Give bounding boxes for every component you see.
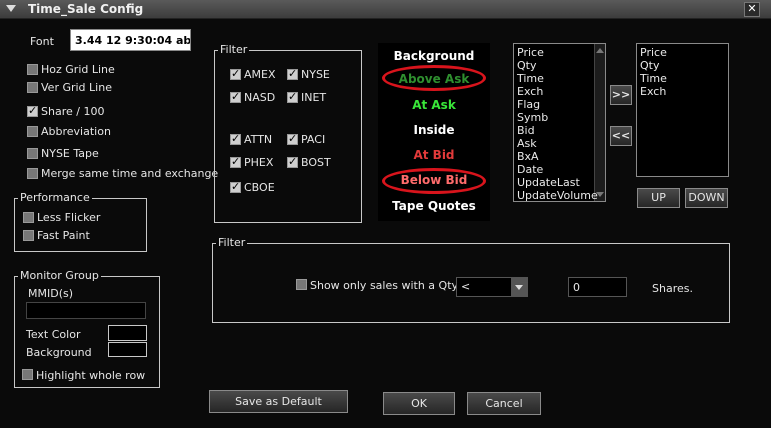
list-item[interactable]: Symb	[517, 111, 548, 124]
performance-group	[14, 198, 147, 252]
available-columns-scrollbar[interactable]	[594, 44, 605, 201]
share-100-label: Share / 100	[41, 105, 105, 118]
qty-operator-select[interactable]: <	[456, 277, 528, 297]
qty-filter-checkbox[interactable]	[296, 279, 307, 290]
list-item[interactable]: Time	[517, 72, 544, 85]
inet-label: INET	[301, 91, 327, 104]
abbreviation-label: Abbreviation	[41, 125, 111, 138]
background-swatch[interactable]	[108, 342, 147, 357]
selected-columns-list[interactable]: Price Qty Time Exch	[636, 43, 729, 177]
inet-checkbox[interactable]	[287, 90, 298, 103]
ver-grid-line-label: Ver Grid Line	[41, 81, 112, 94]
phex-label: PHEX	[244, 156, 274, 169]
color-background[interactable]: Background	[378, 49, 490, 63]
move-down-button[interactable]: DOWN	[685, 188, 728, 208]
nasd-label: NASD	[244, 91, 276, 104]
fast-paint-checkbox[interactable]	[23, 230, 34, 241]
window-title: Time_Sale Config	[28, 2, 144, 16]
qty-unit-label: Shares.	[652, 282, 693, 295]
add-column-button[interactable]: >>	[610, 85, 632, 105]
list-item[interactable]: UpdateLast	[517, 176, 580, 189]
share-100-checkbox[interactable]	[27, 104, 38, 117]
cboe-checkbox[interactable]	[230, 180, 241, 193]
font-sample-box[interactable]: 3.44 12 9:30:04 abcde	[70, 29, 191, 51]
list-item[interactable]: Exch	[517, 85, 543, 98]
paci-label: PACI	[301, 133, 326, 146]
attn-checkbox[interactable]	[230, 132, 241, 145]
list-item[interactable]: BxA	[517, 150, 539, 163]
nyse-tape-checkbox[interactable]	[27, 148, 38, 159]
color-inside[interactable]: Inside	[378, 123, 490, 137]
bost-checkbox[interactable]	[287, 155, 298, 168]
color-at-ask[interactable]: At Ask	[378, 98, 490, 112]
qty-filter-title: Filter	[216, 236, 248, 249]
list-item[interactable]: UpdateVolume	[517, 189, 598, 202]
amex-label: AMEX	[244, 68, 276, 81]
move-up-button[interactable]: UP	[637, 188, 680, 208]
qty-value-text: 0	[573, 281, 580, 294]
less-flicker-label: Less Flicker	[37, 211, 101, 224]
qty-filter-label: Show only sales with a Qty	[310, 279, 459, 292]
color-tape-quotes[interactable]: Tape Quotes	[378, 199, 490, 213]
save-as-default-button[interactable]: Save as Default	[209, 390, 348, 413]
window-menu-icon[interactable]	[6, 5, 16, 12]
nasd-checkbox[interactable]	[230, 90, 241, 103]
remove-column-button[interactable]: <<	[610, 126, 632, 146]
list-item[interactable]: Price	[517, 46, 544, 59]
hoz-grid-line-label: Hoz Grid Line	[41, 63, 115, 76]
abbreviation-checkbox[interactable]	[27, 126, 38, 137]
ok-button[interactable]: OK	[383, 392, 455, 415]
paci-checkbox[interactable]	[287, 132, 298, 145]
font-label: Font	[30, 35, 54, 48]
cboe-label: CBOE	[244, 181, 275, 194]
available-columns-list[interactable]: Price Qty Time Exch Flag Symb Bid Ask BxA Date Upd…	[513, 43, 606, 202]
list-item[interactable]: Time	[640, 72, 667, 85]
qty-value-input[interactable]: 0	[568, 277, 627, 297]
list-item[interactable]: Flag	[517, 98, 540, 111]
color-at-bid[interactable]: At Bid	[378, 148, 490, 162]
list-item[interactable]: Qty	[640, 59, 659, 72]
highlight-oval-below-bid	[382, 168, 486, 194]
ver-grid-line-checkbox[interactable]	[27, 82, 38, 93]
less-flicker-checkbox[interactable]	[23, 212, 34, 223]
nyse-checkbox[interactable]	[287, 67, 298, 80]
monitor-group-title: Monitor Group	[18, 269, 101, 282]
scroll-up-icon[interactable]	[596, 48, 604, 53]
qty-operator-value: <	[461, 280, 471, 293]
exchange-filter-title: Filter	[218, 43, 250, 56]
text-color-swatch[interactable]	[108, 325, 147, 341]
list-item[interactable]: Exch	[640, 85, 666, 98]
performance-title: Performance	[18, 191, 92, 204]
amex-checkbox[interactable]	[230, 67, 241, 80]
list-item[interactable]: Ask	[517, 137, 537, 150]
bost-label: BOST	[301, 156, 331, 169]
list-item[interactable]: Price	[640, 46, 667, 59]
close-icon[interactable]: ✕	[744, 2, 760, 17]
chevron-down-icon[interactable]	[511, 278, 527, 296]
cancel-button[interactable]: Cancel	[467, 392, 541, 415]
attn-label: ATTN	[244, 133, 273, 146]
highlight-oval-above-ask	[382, 65, 486, 91]
color-settings-panel: Background Above Ask At Ask Inside At Bid Bel…	[378, 43, 490, 221]
list-item[interactable]: Bid	[517, 124, 535, 137]
title-bar: Time_Sale Config ✕	[0, 0, 771, 19]
hoz-grid-line-checkbox[interactable]	[27, 64, 38, 75]
text-color-label: Text Color	[26, 328, 81, 341]
background-label: Background	[26, 346, 92, 359]
list-item[interactable]: Qty	[517, 59, 536, 72]
highlight-row-checkbox[interactable]	[22, 369, 33, 380]
nyse-tape-label: NYSE Tape	[41, 147, 99, 160]
nyse-label: NYSE	[301, 68, 330, 81]
mmid-input[interactable]	[26, 302, 146, 319]
merge-same-time-and-exchange-label: Merge same time and exchange	[41, 167, 219, 180]
phex-checkbox[interactable]	[230, 155, 241, 168]
mmid-label: MMID(s)	[28, 287, 74, 300]
highlight-row-label: Highlight whole row	[36, 369, 146, 382]
list-item[interactable]: Date	[517, 163, 543, 176]
fast-paint-label: Fast Paint	[37, 229, 90, 242]
merge-same-time-and-exchange-checkbox[interactable]	[27, 168, 38, 179]
